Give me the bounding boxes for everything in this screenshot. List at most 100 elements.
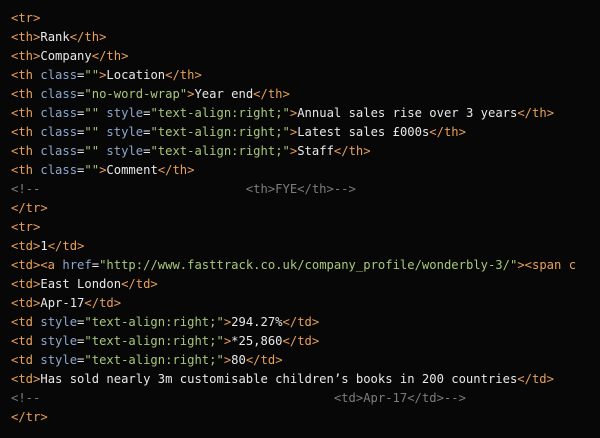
code-token-tag: <td> bbox=[11, 372, 41, 386]
code-token-str: "text-align:right;" bbox=[84, 334, 224, 348]
code-token-attr: class bbox=[40, 106, 78, 120]
code-line: <th>Rank</th> bbox=[11, 28, 600, 47]
code-token-txt: 294.27% bbox=[231, 315, 283, 329]
code-token-tag: <td> bbox=[11, 296, 41, 310]
code-token-tag: </th> bbox=[157, 163, 195, 177]
code-token-str: "no-word-wrap" bbox=[84, 87, 188, 101]
code-token-cmt: <!-- <td>Apr-17</td>--> bbox=[11, 391, 466, 405]
code-token-str: "text-align:right;" bbox=[84, 315, 224, 329]
code-token-attr: style bbox=[106, 106, 144, 120]
code-token-str: "text-align:right;" bbox=[150, 106, 290, 120]
code-token-txt: Staff bbox=[297, 144, 334, 158]
code-token-txt: Has sold nearly 3m customisable children… bbox=[40, 372, 518, 386]
code-token-str: "text-align:right;" bbox=[150, 125, 290, 139]
code-token-txt: Company bbox=[40, 49, 92, 63]
code-token-txt: East London bbox=[40, 277, 122, 291]
code-token-tag: <th bbox=[11, 68, 41, 82]
code-token-str: "" bbox=[84, 68, 100, 82]
code-token-attr: class bbox=[40, 125, 78, 139]
code-token-attr: style bbox=[40, 334, 78, 348]
code-token-tag: </td> bbox=[47, 239, 85, 253]
code-token-tag: <th> bbox=[11, 49, 41, 63]
code-token-str: "" bbox=[84, 106, 100, 120]
code-token-tag: </tr> bbox=[11, 201, 48, 215]
code-line: <th class="">Comment</th> bbox=[11, 161, 600, 180]
code-token-tag: <th bbox=[11, 163, 41, 177]
code-line: </tr> bbox=[11, 199, 600, 218]
code-line: <td>Apr-17</td> bbox=[11, 294, 600, 313]
code-line: <th>Company</th> bbox=[11, 47, 600, 66]
code-token-tag: </td> bbox=[245, 353, 283, 367]
code-token-txt: Rank bbox=[40, 30, 70, 44]
code-token-tag: <td bbox=[11, 334, 41, 348]
code-token-tag: </td> bbox=[282, 334, 320, 348]
code-token-attr: class bbox=[40, 68, 78, 82]
code-line: <td style="text-align:right;">294.27%</t… bbox=[11, 313, 600, 332]
code-token-attr: style bbox=[106, 125, 144, 139]
code-token-tag: ><span c bbox=[517, 258, 577, 272]
code-token-tag: <th bbox=[11, 106, 41, 120]
code-token-tag: </td> bbox=[84, 296, 122, 310]
code-token-attr: style bbox=[40, 353, 78, 367]
code-token-txt: 1 bbox=[40, 239, 48, 253]
code-token-tag: <tr> bbox=[11, 11, 41, 25]
code-token-attr: class bbox=[40, 87, 78, 101]
code-line: <th class="" style="text-align:right;">S… bbox=[11, 142, 600, 161]
code-lines: <tr> <th>Rank</th> <th>Company</th> <th cla… bbox=[11, 9, 600, 427]
code-line: <th class="" style="text-align:right;">L… bbox=[11, 123, 600, 142]
code-token-tag: <tr> bbox=[11, 220, 41, 234]
code-line: <td><a href="http://www.fasttrack.co.uk/… bbox=[11, 256, 600, 275]
code-token-tag: <th bbox=[11, 125, 41, 139]
code-token-tag: </td> bbox=[121, 277, 158, 291]
code-token-txt: Year end bbox=[194, 87, 254, 101]
code-token-str: "text-align:right;" bbox=[84, 353, 224, 367]
code-token-attr: class bbox=[40, 144, 78, 158]
code-line: </tr> bbox=[11, 408, 600, 427]
code-editor[interactable]: <tr> <th>Rank</th> <th>Company</th> <th cla… bbox=[0, 0, 600, 438]
code-token-tag: <td> bbox=[11, 239, 41, 253]
code-token-attr: href bbox=[62, 258, 92, 272]
code-token-str: "" bbox=[84, 163, 100, 177]
code-token-attr: class bbox=[40, 163, 78, 177]
code-line: <td>1</td> bbox=[11, 237, 600, 256]
code-token-txt: 80 bbox=[231, 353, 246, 367]
code-token-tag: <td> bbox=[11, 277, 41, 291]
window-frame: <tr> <th>Rank</th> <th>Company</th> <th cla… bbox=[0, 0, 600, 438]
code-token-attr: style bbox=[40, 315, 78, 329]
code-token-tag: </th> bbox=[333, 144, 371, 158]
code-token-str: "" bbox=[84, 125, 100, 139]
code-token-tag: <td bbox=[11, 353, 41, 367]
code-token-tag: </td> bbox=[517, 372, 554, 386]
code-token-str: "text-align:right;" bbox=[150, 144, 290, 158]
code-token-str: "" bbox=[84, 144, 100, 158]
code-line: <tr> bbox=[11, 218, 600, 237]
code-line: <!-- <th>FYE</th>--> bbox=[11, 180, 600, 199]
code-token-tag: <td bbox=[11, 315, 41, 329]
code-token-txt: Annual sales rise over 3 years bbox=[297, 106, 518, 120]
code-token-tag: </th> bbox=[429, 125, 466, 139]
code-token-attr: style bbox=[106, 144, 144, 158]
code-line: <tr> bbox=[11, 9, 600, 28]
code-token-tag: <th bbox=[11, 144, 41, 158]
code-token-tag: <td><a bbox=[11, 258, 63, 272]
code-token-tag: </th> bbox=[517, 106, 555, 120]
code-token-str: "http://www.fasttrack.co.uk/company_prof… bbox=[99, 258, 518, 272]
code-token-txt: *25,860 bbox=[231, 334, 283, 348]
code-token-txt: Apr-17 bbox=[40, 296, 85, 310]
code-line: <td>Has sold nearly 3m customisable chil… bbox=[11, 370, 600, 389]
code-line: <th class="no-word-wrap">Year end</th> bbox=[11, 85, 600, 104]
code-token-tag: </td> bbox=[282, 315, 320, 329]
code-token-txt: Comment bbox=[106, 163, 158, 177]
code-token-cmt: <!-- <th>FYE</th>--> bbox=[11, 182, 356, 196]
code-token-txt: = bbox=[91, 258, 100, 272]
code-token-tag: </th> bbox=[165, 68, 202, 82]
code-token-tag: </th> bbox=[253, 87, 290, 101]
code-line: <td>East London</td> bbox=[11, 275, 600, 294]
code-token-txt: Latest sales £000s bbox=[297, 125, 430, 139]
code-line: <th class="" style="text-align:right;">A… bbox=[11, 104, 600, 123]
code-token-tag: </th> bbox=[69, 30, 107, 44]
code-token-tag: </tr> bbox=[11, 410, 48, 424]
code-token-tag: </th> bbox=[91, 49, 129, 63]
code-token-txt: Location bbox=[106, 68, 166, 82]
code-line: <td style="text-align:right;">*25,860</t… bbox=[11, 332, 600, 351]
